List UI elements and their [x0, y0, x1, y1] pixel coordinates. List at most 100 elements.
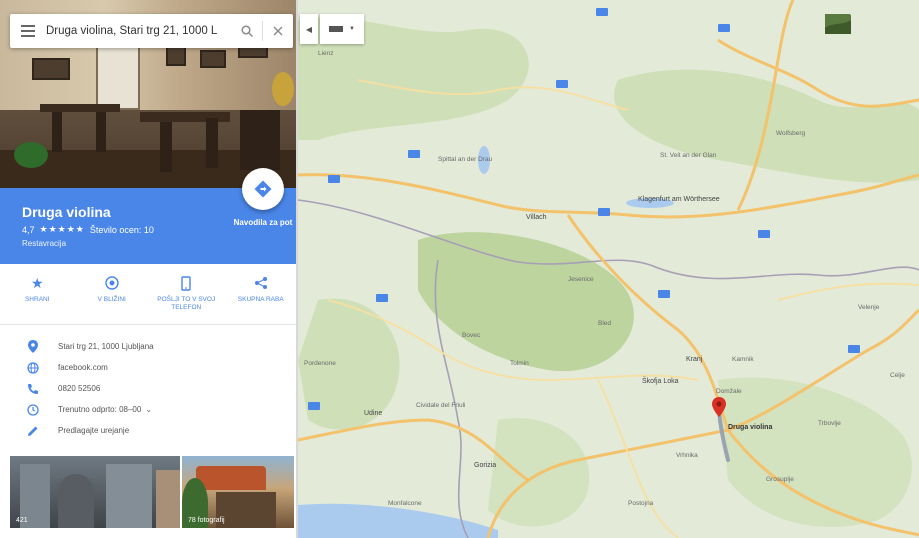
account-avatar-icon[interactable] — [826, 14, 875, 34]
city-label: Kamnik — [732, 356, 754, 363]
city-label: Cividale del Friuli — [416, 402, 466, 409]
phone-icon — [181, 274, 191, 292]
directions-icon — [254, 180, 272, 198]
photo-chair — [96, 112, 106, 152]
photo-frame — [200, 50, 226, 68]
nearby-label: V bližini — [97, 296, 126, 303]
phone-row[interactable]: 0820 52506 — [0, 378, 296, 399]
photo-thumbnail-terrace[interactable]: 78 fotografij — [182, 456, 294, 528]
sea — [298, 503, 498, 538]
search-icon[interactable] — [232, 14, 262, 48]
photo-count-label: 421 — [16, 517, 28, 524]
place-panel: Druga violina 4,7 ★★★★★ Število ocen: 10… — [0, 0, 298, 538]
city-label: Velenje — [858, 304, 880, 311]
rating-value: 4,7 — [22, 224, 35, 235]
main-road — [777, 282, 919, 301]
highway-shield — [598, 208, 610, 216]
city-label: Bovec — [462, 332, 481, 339]
photo-chair — [52, 112, 62, 152]
photo-terrace — [216, 492, 276, 528]
close-icon[interactable] — [263, 14, 293, 48]
directions-label[interactable]: Navodila za pot — [232, 218, 294, 228]
highway-shield — [596, 8, 608, 16]
nearby-button[interactable]: V bližini — [75, 268, 150, 322]
hours-row[interactable]: Trenutno odprto: 08–00 ⌄ — [0, 399, 296, 420]
address-row[interactable]: Stari trg 21, 1000 Ljubljana — [0, 336, 296, 357]
send-to-phone-button[interactable]: Pošlji to v svoj telefon — [149, 268, 224, 322]
city-label: St. Veit an der Glan — [660, 152, 717, 159]
globe-icon — [26, 361, 40, 375]
photo-cabinet — [240, 110, 280, 170]
photo-chair — [206, 118, 218, 168]
highway-shield — [718, 24, 730, 32]
directions-button[interactable] — [242, 168, 284, 210]
city-label: Kranj — [686, 356, 703, 363]
earth-view-thumbnail[interactable] — [825, 14, 913, 34]
highway-shield — [376, 294, 388, 302]
pencil-icon — [26, 424, 40, 438]
highway-shield — [556, 80, 568, 88]
highway-shield — [658, 290, 670, 298]
save-button[interactable]: ★ Shrani — [0, 268, 75, 322]
website-text: facebook.com — [58, 363, 108, 372]
city-label: Grosuplje — [766, 476, 794, 483]
send-to-phone-label: Pošlji to v svoj telefon — [157, 296, 216, 311]
place-pin-icon[interactable] — [712, 397, 726, 417]
city-label: Domžale — [716, 388, 742, 395]
city-label: Jesenice — [568, 276, 594, 283]
rating-stars-icon: ★★★★★ — [39, 224, 85, 234]
collapse-panel-button[interactable]: ◀ — [300, 14, 318, 44]
clock-icon — [26, 403, 40, 417]
photo-frame — [32, 58, 70, 80]
place-name: Druga violina — [22, 204, 111, 220]
city-label: Bled — [598, 320, 612, 327]
photo-thumbnail-street[interactable]: 421 — [10, 456, 180, 528]
photo-building — [106, 464, 152, 528]
suggest-edit-row[interactable]: Predlagajte urejanje — [0, 420, 296, 441]
city-label: Klagenfurt am Wörthersee — [638, 196, 720, 203]
search-input[interactable] — [46, 25, 232, 37]
city-label: Spittal an der Drau — [438, 156, 493, 163]
city-label: Monfalcone — [388, 500, 422, 507]
share-label: Skupna raba — [237, 296, 284, 303]
phone-call-icon — [26, 382, 40, 396]
chevron-left-icon: ◀ — [305, 24, 313, 34]
city-label: Tolmin — [510, 360, 529, 367]
nearby-icon — [105, 274, 119, 292]
map-terrain — [298, 0, 919, 538]
divider — [0, 324, 296, 325]
menu-icon[interactable] — [10, 14, 46, 48]
highway-shield — [758, 230, 770, 238]
city-label: Škofja Loka — [642, 378, 679, 385]
search-box — [10, 14, 293, 48]
traffic-layer-icon — [329, 26, 344, 32]
city-label: Udine — [364, 410, 383, 417]
forest-area — [418, 232, 634, 372]
phone-text: 0820 52506 — [58, 384, 101, 393]
pin-label: Druga violina — [728, 424, 773, 431]
hours-text: Trenutno odprto: 08–00 — [58, 405, 142, 414]
suggest-edit-text: Predlagajte urejanje — [58, 426, 130, 435]
website-row[interactable]: facebook.com — [0, 357, 296, 378]
star-icon: ★ — [30, 274, 44, 291]
review-count[interactable]: Število ocen: 10 — [90, 225, 154, 235]
photo-chair — [160, 122, 172, 172]
map-canvas[interactable]: Villach Klagenfurt am Wörthersee Kranj Š… — [298, 0, 919, 538]
place-info-list: Stari trg 21, 1000 Ljubljana facebook.co… — [0, 336, 296, 441]
photo-door-arch — [58, 474, 94, 528]
action-bar: ★ Shrani V bližini Pošlji to v svoj tele… — [0, 268, 297, 322]
place-type[interactable]: Restavracija — [22, 239, 66, 248]
address-text: Stari trg 21, 1000 Ljubljana — [58, 342, 154, 351]
photo-window — [96, 40, 140, 110]
city-label: Lienz — [318, 50, 334, 57]
main-road — [597, 379, 679, 538]
city-label: Gorizia — [474, 462, 497, 469]
google-maps-window: Villach Klagenfurt am Wörthersee Kranj Š… — [0, 0, 919, 538]
photo-plant — [14, 142, 48, 168]
share-icon — [254, 274, 268, 292]
photo-count-label: 78 fotografij — [188, 517, 225, 524]
chevron-down-icon[interactable]: ⌄ — [145, 405, 152, 414]
share-button[interactable]: Skupna raba — [224, 268, 297, 322]
layers-button[interactable]: ▼ — [320, 14, 364, 44]
save-label: Shrani — [24, 296, 50, 303]
